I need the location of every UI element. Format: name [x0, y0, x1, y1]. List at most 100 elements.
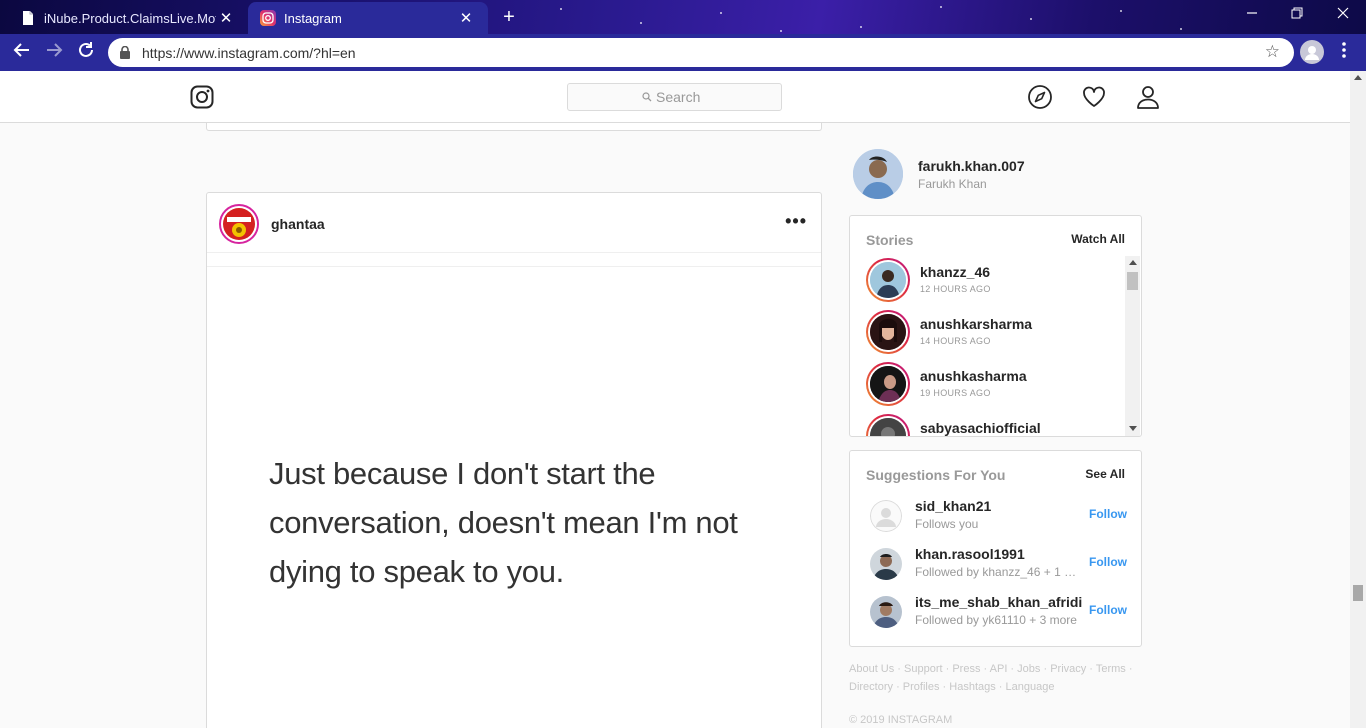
document-icon — [23, 11, 33, 25]
footer-link[interactable]: Profiles — [903, 681, 940, 693]
stories-panel: Stories Watch All khanzz_46 12 HOURS AGO… — [849, 215, 1142, 437]
suggestion-username[interactable]: khan.rasool1991 — [915, 546, 1025, 562]
heart-icon[interactable] — [1081, 84, 1107, 110]
quote-line: dying to speak to you. — [269, 554, 564, 589]
story-avatar — [866, 414, 910, 436]
footer-separator: · — [939, 681, 950, 693]
suggestion-username[interactable]: sid_khan21 — [915, 498, 991, 514]
post-quote-text: Just because I don't start the conversat… — [269, 449, 769, 596]
footer-link[interactable]: Terms — [1096, 663, 1126, 675]
bookmark-star-icon[interactable]: ☆ — [1265, 42, 1280, 62]
close-window-icon[interactable] — [1331, 6, 1355, 26]
footer-separator: · — [1007, 663, 1018, 675]
new-tab-button[interactable]: + — [498, 7, 520, 29]
page-scrollbar[interactable] — [1350, 71, 1366, 728]
footer-separator: · — [1125, 663, 1133, 675]
instagram-favicon-icon — [260, 10, 276, 26]
follow-button[interactable]: Follow — [1089, 603, 1127, 617]
footer-link[interactable]: API — [990, 663, 1008, 675]
footer-link[interactable]: Directory — [849, 681, 893, 693]
story-item[interactable]: anushkarsharma 14 HOURS AGO — [866, 310, 1121, 354]
footer-separator: · — [1086, 663, 1096, 675]
current-user-avatar[interactable] — [853, 149, 903, 199]
watch-all-link[interactable]: Watch All — [1071, 232, 1125, 246]
see-all-link[interactable]: See All — [1085, 467, 1125, 481]
story-avatar — [866, 310, 910, 354]
post-author-avatar[interactable] — [219, 204, 259, 244]
address-bar[interactable]: https://www.instagram.com/?hl=en ☆ — [108, 38, 1294, 67]
browser-titlebar: iNube.Product.ClaimsLive.MotorC ✕ Instag… — [0, 0, 1366, 34]
suggestion-avatar[interactable] — [870, 548, 902, 580]
minimize-icon[interactable] — [1240, 6, 1264, 26]
compass-icon[interactable] — [1027, 84, 1053, 110]
footer-link[interactable]: Language — [1006, 681, 1055, 693]
footer-separator: · — [894, 663, 905, 675]
reload-icon[interactable] — [74, 41, 98, 65]
quote-line: Just because I don't start the — [269, 456, 656, 491]
scroll-up-arrow-icon[interactable] — [1354, 75, 1362, 80]
suggestion-username[interactable]: its_me_shab_khan_afridi — [915, 594, 1082, 610]
back-arrow-icon[interactable] — [10, 41, 34, 65]
story-item[interactable]: anushkasharma 19 HOURS AGO — [866, 362, 1121, 406]
tab-close-icon[interactable]: ✕ — [456, 9, 476, 27]
browser-toolbar: https://www.instagram.com/?hl=en ☆ — [0, 34, 1366, 71]
story-item[interactable]: khanzz_46 12 HOURS AGO — [866, 258, 1121, 302]
footer-links: About Us · Support · Press · API · Jobs … — [849, 660, 1133, 696]
footer-link[interactable]: Support — [904, 663, 943, 675]
story-time: 19 HOURS AGO — [920, 388, 991, 398]
footer-link[interactable]: Press — [952, 663, 980, 675]
suggestion-item: its_me_shab_khan_afridi Followed by yk61… — [870, 594, 1130, 634]
footer-separator: · — [1040, 663, 1051, 675]
instagram-logo-icon[interactable] — [190, 85, 214, 109]
restore-icon[interactable] — [1285, 6, 1309, 26]
browser-tab-inube[interactable]: iNube.Product.ClaimsLive.MotorC ✕ — [8, 2, 248, 34]
story-time: 12 HOURS AGO — [920, 284, 991, 294]
post-header: ghantaa ••• — [207, 193, 821, 253]
footer-separator: · — [942, 663, 953, 675]
tab-close-icon[interactable]: ✕ — [216, 9, 236, 27]
post-card: ghantaa ••• Just because I don't start t… — [206, 192, 822, 728]
suggestion-item: sid_khan21 Follows you Follow — [870, 498, 1130, 538]
scroll-down-arrow-icon[interactable] — [1129, 426, 1137, 431]
footer-link[interactable]: Privacy — [1050, 663, 1086, 675]
profile-icon[interactable] — [1300, 40, 1324, 64]
follow-button[interactable]: Follow — [1089, 555, 1127, 569]
browser-tab-instagram[interactable]: Instagram ✕ — [248, 2, 488, 34]
footer-separator: · — [893, 681, 903, 693]
user-profile-icon[interactable] — [1135, 84, 1161, 110]
current-user-fullname: Farukh Khan — [918, 177, 987, 191]
suggestion-avatar[interactable] — [870, 596, 902, 628]
footer-link[interactable]: About Us — [849, 663, 894, 675]
stories-scrollbar[interactable] — [1125, 256, 1140, 436]
tab-title: Instagram — [284, 10, 342, 26]
follow-button[interactable]: Follow — [1089, 507, 1127, 521]
browser-menu-icon[interactable] — [1336, 41, 1352, 59]
search-icon — [642, 92, 652, 102]
suggestions-panel: Suggestions For You See All sid_khan21 F… — [849, 450, 1142, 647]
page-scroll-thumb[interactable] — [1353, 585, 1363, 601]
suggestion-reason: Followed by yk61110 + 3 more — [915, 613, 1077, 627]
story-time: 14 HOURS AGO — [920, 336, 991, 346]
suggestion-reason: Followed by khanzz_46 + 1 more — [915, 565, 1080, 579]
suggestion-reason: Follows you — [915, 517, 979, 531]
current-user-username[interactable]: farukh.khan.007 — [918, 158, 1025, 174]
post-image[interactable]: Just because I don't start the conversat… — [207, 267, 821, 728]
story-username: sabyasachiofficial — [920, 420, 1041, 436]
footer-separator: · — [980, 663, 990, 675]
post-username[interactable]: ghantaa — [271, 216, 325, 232]
suggestions-title: Suggestions For You — [866, 467, 1006, 483]
footer-link[interactable]: Jobs — [1017, 663, 1040, 675]
scroll-up-arrow-icon[interactable] — [1129, 260, 1137, 265]
search-input[interactable] — [656, 89, 766, 105]
story-username: khanzz_46 — [920, 264, 991, 280]
default-avatar-icon[interactable] — [870, 500, 902, 532]
url-text: https://www.instagram.com/?hl=en — [142, 45, 356, 61]
story-item[interactable]: sabyasachiofficial — [866, 414, 1121, 436]
search-box[interactable] — [567, 83, 782, 111]
scroll-thumb[interactable] — [1127, 272, 1138, 290]
post-options-icon[interactable]: ••• — [785, 211, 807, 232]
forward-arrow-icon[interactable] — [42, 41, 66, 65]
stories-list[interactable]: khanzz_46 12 HOURS AGO anushkarsharma 14… — [850, 256, 1125, 436]
footer-link[interactable]: Hashtags — [949, 681, 995, 693]
story-username: anushkasharma — [920, 368, 1027, 384]
